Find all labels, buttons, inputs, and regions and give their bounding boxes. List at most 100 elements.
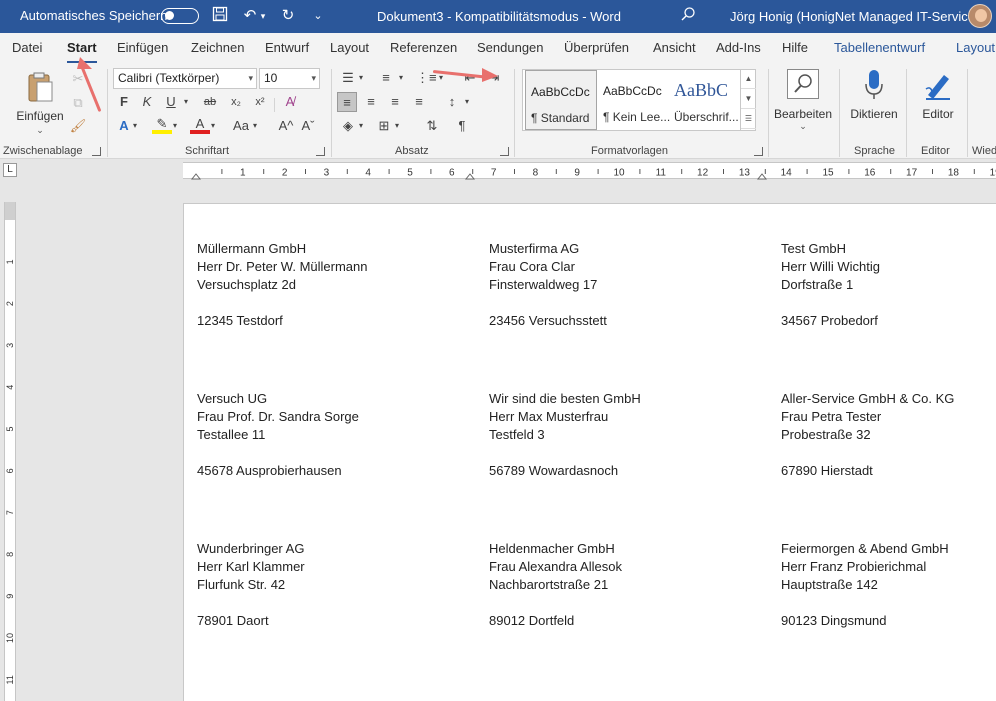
autosave-toggle[interactable] [161, 8, 199, 24]
vertical-ruler[interactable]: 1 2 3 4 5 6 7 8 9 10 11 [4, 202, 16, 701]
align-right-icon[interactable]: ≡ [385, 92, 405, 112]
bullets-icon[interactable]: ☰ [338, 68, 358, 88]
tab-selector[interactable]: L [3, 163, 17, 177]
document-page[interactable]: Müllermann GmbH Herr Dr. Peter W. Müllerm… [183, 203, 996, 701]
address-label[interactable]: Feiermorgen & Abend GmbH Herr Franz Probi… [781, 540, 949, 630]
address-label[interactable]: Musterfirma AG Frau Cora Clar Finsterwaldw… [489, 240, 607, 330]
editing-label: Bearbeiten [773, 107, 833, 121]
sort-icon[interactable]: ⇅ [422, 116, 442, 136]
tab-tabellenentwurf[interactable]: Tabellenentwurf [834, 40, 925, 55]
tab-datei[interactable]: Datei [12, 40, 42, 55]
address-label[interactable]: Test GmbH Herr Willi Wichtig Dorfstraße 1 3… [781, 240, 880, 330]
tab-ansicht[interactable]: Ansicht [653, 40, 696, 55]
editing-button[interactable]: Bearbeiten ⌄ [772, 67, 834, 137]
change-case-button[interactable]: Aa [230, 116, 252, 136]
tab-start[interactable]: Start [67, 40, 97, 64]
paragraph-launcher-icon[interactable] [500, 147, 509, 156]
chevron-up-icon[interactable]: ▲ [741, 69, 756, 89]
font-size-value: 10 [264, 71, 278, 85]
user-avatar[interactable] [968, 4, 992, 28]
clipboard-launcher-icon[interactable] [92, 147, 101, 156]
editor-button[interactable]: Editor [910, 67, 966, 137]
tab-addins[interactable]: Add-Ins [716, 40, 761, 55]
style-ueberschrift[interactable]: AaBbC Überschrif... [669, 70, 741, 130]
customize-qat-icon[interactable]: ⌄ [308, 6, 328, 26]
address-label[interactable]: Heldenmacher GmbH Frau Alexandra Allesok N… [489, 540, 622, 630]
user-name[interactable]: Jörg Honig (HonigNet Managed IT-Service) [730, 9, 979, 24]
borders-icon[interactable]: ⊞ [374, 116, 394, 136]
chevron-down-icon[interactable]: ▾ [181, 92, 191, 112]
chevron-down-icon[interactable]: ▾ [462, 92, 472, 112]
ruler-ticks: 12345678910111213141516171819 [190, 168, 996, 180]
tab-hilfe[interactable]: Hilfe [782, 40, 808, 55]
address-label[interactable]: Müllermann GmbH Herr Dr. Peter W. Müllerm… [197, 240, 368, 330]
address-line1: Feiermorgen & Abend GmbH [781, 541, 949, 556]
font-name-select[interactable]: Calibri (Textkörper) ▾ [113, 68, 257, 89]
highlight-icon[interactable]: ✎ [152, 116, 172, 134]
ribbon-tabs: Datei Start Einfügen Zeichnen Entwurf La… [0, 33, 996, 64]
chevron-down-icon[interactable]: ▾ [250, 116, 260, 136]
shrink-font-button[interactable]: Aˇ [298, 116, 318, 136]
italic-button[interactable]: K [137, 92, 157, 112]
tab-layout[interactable]: Layout [330, 40, 369, 55]
undo-icon[interactable]: ↶ [240, 6, 260, 26]
dictate-button[interactable]: Diktieren [845, 67, 903, 137]
horizontal-ruler[interactable]: 12345678910111213141516171819 [183, 162, 996, 180]
chevron-down-icon[interactable]: ▼ [741, 89, 756, 109]
tab-sendungen[interactable]: Sendungen [477, 40, 544, 55]
bold-button[interactable]: F [114, 92, 134, 112]
style-kein-leerraum[interactable]: AaBbCcDc ¶ Kein Lee... [598, 70, 670, 130]
align-left-icon[interactable]: ≡ [337, 92, 357, 112]
grow-font-button[interactable]: A^ [276, 116, 296, 136]
font-size-select[interactable]: 10 ▾ [259, 68, 320, 89]
search-icon[interactable] [678, 6, 698, 26]
styles-launcher-icon[interactable] [754, 147, 763, 156]
superscript-button[interactable]: x² [250, 92, 270, 112]
style-standard[interactable]: AaBbCcDc ¶ Standard [525, 70, 597, 130]
chevron-down-icon[interactable]: ▾ [130, 116, 140, 136]
address-label[interactable]: Wir sind die besten GmbH Herr Max Musterf… [489, 390, 641, 480]
save-icon[interactable] [210, 6, 230, 26]
paste-button[interactable]: Einfügen ⌄ [14, 69, 66, 139]
address-line3: Hauptstraße 142 [781, 577, 878, 592]
decrease-indent-icon[interactable]: ⇤ [460, 68, 480, 88]
tab-entwurf[interactable]: Entwurf [265, 40, 309, 55]
more-styles-icon[interactable]: ☰ [741, 109, 756, 129]
line-spacing-icon[interactable]: ↕ [442, 92, 462, 112]
underline-button[interactable]: U [161, 92, 181, 112]
font-launcher-icon[interactable] [316, 147, 325, 156]
redo-icon[interactable]: ↻ [278, 6, 298, 26]
tab-ueberpruefen[interactable]: Überprüfen [564, 40, 629, 55]
chevron-down-icon[interactable]: ▾ [170, 116, 180, 136]
address-label[interactable]: Wunderbringer AG Herr Karl Klammer Flurfun… [197, 540, 305, 630]
clear-formatting-icon[interactable]: A̸ [280, 92, 300, 112]
format-painter-icon[interactable]: 🖌 [68, 116, 88, 136]
tab-einfuegen[interactable]: Einfügen [117, 40, 168, 55]
shading-icon[interactable]: ◈ [338, 116, 358, 136]
address-line3: Finsterwaldweg 17 [489, 277, 598, 292]
chevron-down-icon[interactable]: ▾ [356, 68, 366, 88]
numbering-icon[interactable]: ≡ [376, 68, 396, 88]
address-line3: Probestraße 32 [781, 427, 871, 442]
show-formatting-icon[interactable]: ¶ [452, 116, 472, 136]
undo-dropdown-icon[interactable]: ▾ [258, 6, 268, 26]
font-color-icon[interactable]: A [190, 116, 210, 134]
chevron-down-icon[interactable]: ▾ [208, 116, 218, 136]
ruler-number: 4 [365, 168, 371, 179]
address-label[interactable]: Versuch UG Frau Prof. Dr. Sandra Sorge Tes… [197, 390, 359, 480]
justify-icon[interactable]: ≡ [409, 92, 429, 112]
align-center-icon[interactable]: ≡ [361, 92, 381, 112]
tab-zeichnen[interactable]: Zeichnen [191, 40, 244, 55]
ruler-number: 13 [739, 168, 751, 179]
tab-referenzen[interactable]: Referenzen [390, 40, 457, 55]
address-label[interactable]: Aller-Service GmbH & Co. KG Frau Petra Te… [781, 390, 954, 480]
chevron-down-icon[interactable]: ▾ [392, 116, 402, 136]
copy-icon[interactable]: ⧉ [68, 93, 88, 113]
chevron-down-icon[interactable]: ▾ [396, 68, 406, 88]
tab-table-layout[interactable]: Layout [956, 40, 995, 55]
subscript-button[interactable]: x₂ [226, 92, 246, 112]
strikethrough-button[interactable]: ab [200, 92, 220, 112]
chevron-down-icon[interactable]: ▾ [356, 116, 366, 136]
